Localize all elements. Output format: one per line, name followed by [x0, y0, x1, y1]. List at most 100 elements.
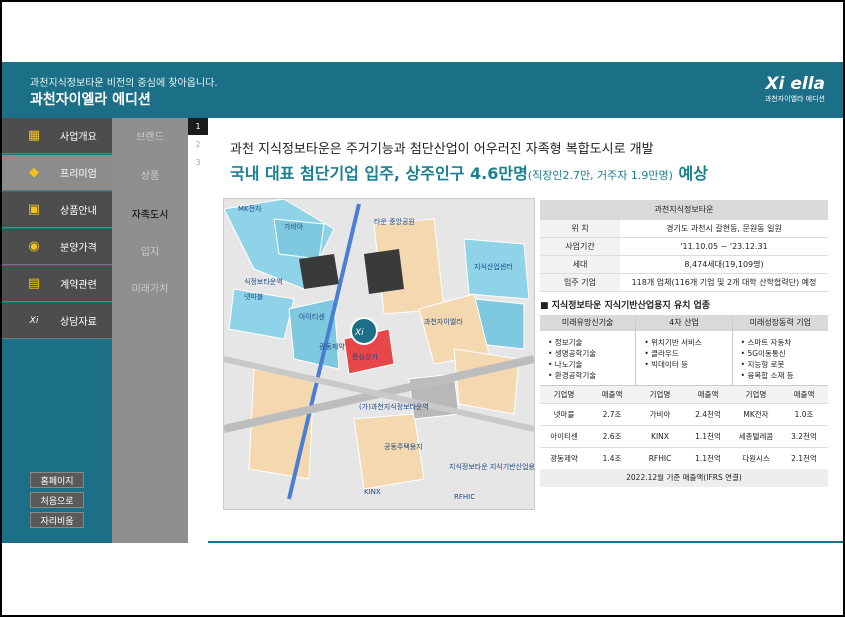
map-label: 지식산업센터	[474, 262, 513, 271]
site-map-graphic: Xi MK전자가비아넷마블 KINX RFHIC 아이티센광동제약중심상가 지식산업센터…	[223, 198, 541, 509]
info-key: 사업기간	[540, 238, 620, 255]
table-cell: 2.1천억	[791, 454, 817, 463]
info-row: 위 치 경기도 과천시 갈현동, 문원동 일원	[540, 220, 828, 238]
table-cell: KINX	[651, 432, 669, 441]
list-item: • 5G이동통신	[740, 349, 786, 358]
headline-main: 국내 대표 첨단기업 입주, 상주인구 4.6만명	[230, 164, 528, 183]
map-label: 아이티센	[299, 312, 325, 321]
sidebar-item-contract[interactable]: ▤ 계약관련	[2, 266, 112, 302]
table-cell: MK전자	[743, 410, 769, 419]
map-label: 타운 중앙공원	[374, 217, 415, 226]
sidebar-item-label: 계약관련	[60, 280, 97, 291]
homepage-button[interactable]: 홈페이지	[30, 472, 84, 488]
table-row: 넷마블 2.7조 가비아 2.4천억 MK전자 1.0조	[540, 403, 828, 425]
table-cell: 2.7조	[602, 410, 622, 419]
map-label: 지식정보타운 지식기반산업용지	[449, 462, 534, 471]
list-item: • 스마트 자동차	[740, 338, 792, 347]
sidebar-item-label: 프리미엄	[60, 169, 97, 180]
sidebar-item-product[interactable]: ▣ 상품안내	[2, 192, 112, 228]
header: 과천지식정보타운 비전의 중심에 찾아옵니다. 과천자이엘라 에디션 Xi el…	[2, 62, 843, 118]
table-cell: RFHIC	[648, 454, 672, 463]
page-indicator: 1 2 3	[188, 118, 208, 543]
sidebar-item-premium[interactable]: ◆ 프리미엄	[2, 155, 112, 191]
submenu-item-self-sufficient-city[interactable]: 자족도시	[112, 206, 188, 221]
headline-detail: (직장인2.7만, 거주자 1.9만명)	[527, 169, 673, 182]
submenu-item-brand[interactable]: 브랜드	[112, 128, 188, 143]
page-1[interactable]: 1	[188, 118, 208, 135]
map-label: RFHIC	[454, 493, 475, 501]
info-key: 입주 기업	[540, 274, 620, 291]
intro-text: 과천 지식정보타운은 주거기능과 첨단산업이 어우러진 자족형 복합도시로 개발	[230, 142, 654, 157]
money-icon: ◉	[28, 239, 40, 254]
diamond-icon: ◆	[29, 165, 39, 180]
table-cell: 1.1천억	[695, 454, 721, 463]
logo-mark: Xi ella	[765, 74, 825, 94]
section-title: ■ 지식정보타운 지식기반산업용지 유치 업종	[540, 301, 711, 311]
app-window: 과천지식정보타운 비전의 중심에 찾아옵니다. 과천자이엘라 에디션 Xi el…	[2, 2, 843, 615]
headline-end: 예상	[672, 164, 708, 183]
map-label: 과천자이엘라	[424, 317, 463, 326]
info-title: 과천지식정보타운	[540, 200, 828, 220]
info-row: 세대 8,474세대(19,109명)	[540, 256, 828, 274]
header-title: 과천자이엘라 에디션	[30, 92, 151, 108]
submenu-item-future-value[interactable]: 미래가치	[112, 280, 188, 295]
map-label: 공동주택용지	[384, 442, 423, 451]
sidebar-item-label: 상담자료	[60, 317, 97, 328]
table-cell: 1.4조	[602, 454, 622, 463]
xi-logo-icon: Xi	[29, 315, 39, 326]
column-header: 매출액	[601, 390, 623, 399]
table-cell: 아이티센	[550, 432, 578, 441]
info-value: 경기도 과천시 갈현동, 문원동 일원	[666, 224, 782, 233]
site-map: Xi MK전자 가비아 넷마블 KINX RFHIC 아이티센 광동제약 중심상가 지식산업센터…	[223, 198, 541, 510]
sidebar-item-label: 사업개요	[60, 132, 97, 143]
brand-logo[interactable]: Xi ella 과천자이엘라 에디션	[765, 74, 825, 104]
info-row: 입주 기업 118개 업체(116개 기업 및 2개 대학 산학협력단) 예정	[540, 274, 828, 292]
map-label: 넷마블	[244, 292, 264, 301]
sidebar-item-label: 분양가격	[60, 243, 97, 254]
svg-text:Xi: Xi	[354, 328, 364, 338]
sidebar-item-price[interactable]: ◉ 분양가격	[2, 229, 112, 265]
column-head: 미래성장동력 기업	[732, 315, 828, 331]
list-item: • 융복합 소재 등	[740, 371, 794, 380]
header-subtitle: 과천지식정보타운 비전의 중심에 찾아옵니다.	[30, 78, 218, 89]
table-cell: 가비아	[649, 410, 671, 419]
list-item: • 생명공학기술	[548, 349, 597, 358]
list-item: • 위치기반 서비스	[644, 338, 702, 347]
industry-columns: 미래유망신기술 • 정보기술 • 생명공학기술 • 나노기술 • 환경공학기술 …	[540, 315, 828, 385]
company-table-header: 기업명 매출액 기업명 매출액 기업명 매출액	[540, 385, 828, 403]
sidebar-item-consult[interactable]: Xi 상담자료	[2, 303, 112, 339]
submenu-item-product[interactable]: 상품	[112, 167, 188, 182]
column-header: 기업명	[649, 390, 671, 399]
map-label: MK전자	[238, 204, 262, 213]
list-item: • 정보기술	[548, 338, 583, 347]
table-cell: 2.6조	[602, 432, 622, 441]
page-3[interactable]: 3	[188, 154, 208, 171]
table-row: 광동제약 1.4조 RFHIC 1.1천억 다원시스 2.1천억	[540, 447, 828, 469]
list-item: • 나노기술	[548, 360, 583, 369]
info-value: 8,474세대(19,109명)	[684, 260, 764, 269]
table-row: 아이티센 2.6조 KINX 1.1천억 세종텔레콤 3.2천억	[540, 425, 828, 447]
map-label: KINX	[364, 488, 381, 496]
info-key: 세대	[540, 256, 620, 273]
industry-column: 4차 산업 • 위치기반 서비스 • 클라우드 • 빅데이터 등	[636, 315, 733, 385]
sidebar-item-business-overview[interactable]: ▦ 사업개요	[2, 118, 112, 154]
table-cell: 광동제약	[550, 454, 578, 463]
away-button[interactable]: 자리비움	[30, 512, 84, 528]
table-cell: 다원시스	[742, 454, 770, 463]
info-panel: 과천지식정보타운 위 치 경기도 과천시 갈현동, 문원동 일원 사업기간 '11.…	[540, 200, 828, 487]
submenu: 브랜드 상품 자족도시 입지 미래가치	[112, 118, 188, 543]
submenu-item-location[interactable]: 입지	[112, 243, 188, 258]
headline: 국내 대표 첨단기업 입주, 상주인구 4.6만명(직장인2.7만, 거주자 1…	[230, 160, 708, 184]
map-label: 광동제약	[319, 342, 345, 351]
industry-column: 미래유망신기술 • 정보기술 • 생명공학기술 • 나노기술 • 환경공학기술	[540, 315, 637, 385]
map-label: 식정보타운역	[244, 277, 283, 286]
home-button[interactable]: 처음으로	[30, 492, 84, 508]
column-list: • 위치기반 서비스 • 클라우드 • 빅데이터 등	[636, 331, 731, 385]
column-header: 매출액	[793, 390, 815, 399]
table-cell: 세종텔레콤	[738, 432, 774, 441]
page-2[interactable]: 2	[188, 136, 208, 153]
column-header: 기업명	[553, 390, 575, 399]
map-label: (가)과천지식정보타운역	[359, 402, 429, 411]
table-cell: 3.2천억	[791, 432, 817, 441]
list-item: • 클라우드	[644, 349, 679, 358]
